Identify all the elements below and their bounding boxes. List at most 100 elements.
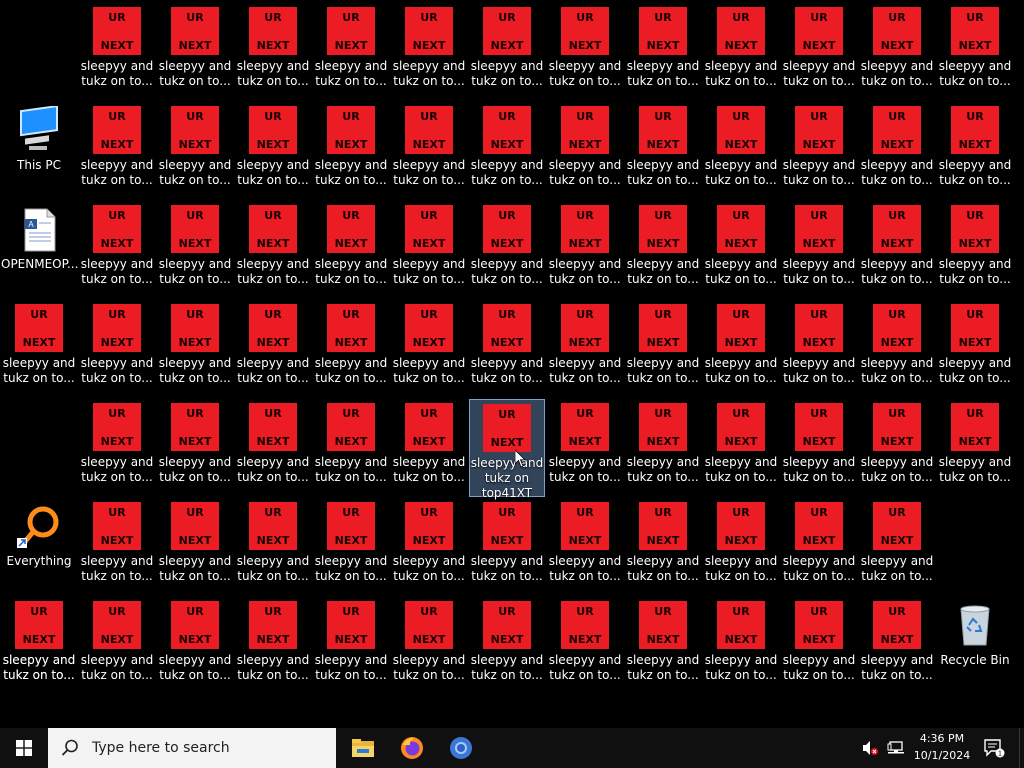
desktop-file-icon[interactable]: UR NEXT sleepyy andtukz on to... [79,201,155,293]
desktop-file-icon[interactable]: UR NEXT sleepyy andtukz on to... [391,201,467,293]
taskbar-search-box[interactable]: Type here to search [48,728,336,768]
file-explorer-button[interactable] [340,728,386,768]
desktop-file-icon[interactable]: UR NEXT sleepyy andtukz on to... [703,597,779,689]
desktop-file-icon[interactable]: UR NEXT sleepyy andtukz on to... [157,399,233,491]
desktop-file-icon[interactable]: UR NEXT sleepyy andtukz on to... [235,300,311,392]
desktop-file-icon[interactable]: UR NEXT sleepyy andtukz on to... [859,399,935,491]
desktop-file-icon[interactable]: UR NEXT sleepyy andtukz on to... [235,498,311,590]
desktop-file-icon[interactable]: UR NEXT sleepyy andtukz on to... [781,399,857,491]
desktop-file-icon[interactable]: UR NEXT sleepyy andtukz on to... [937,399,1013,491]
desktop-file-icon[interactable]: UR NEXT sleepyy andtukz on to... [235,3,311,95]
show-desktop-button[interactable] [1019,728,1024,768]
desktop-file-icon[interactable]: UR NEXT sleepyy andtukz on to... [781,102,857,194]
start-button[interactable] [0,728,48,768]
recycle-bin-shortcut[interactable]: Recycle Bin [937,597,1013,689]
desktop-file-icon[interactable]: UR NEXT sleepyy andtukz on to... [79,300,155,392]
desktop-file-icon[interactable]: UR NEXT sleepyy andtukz on to... [703,300,779,392]
desktop-file-icon[interactable]: UR NEXT sleepyy andtukz on to... [391,3,467,95]
desktop-file-icon[interactable]: UR NEXT sleepyy andtukz on to... [625,201,701,293]
desktop-file-icon[interactable]: UR NEXT sleepyy andtukz on to... [937,300,1013,392]
desktop-file-icon[interactable]: UR NEXT sleepyy andtukz on to... [469,597,545,689]
desktop-file-icon[interactable]: UR NEXT sleepyy andtukz on to... [79,498,155,590]
desktop-file-icon[interactable]: UR NEXT sleepyy andtukz on to... [469,201,545,293]
desktop-file-icon[interactable]: UR NEXT sleepyy andtukz on to... [703,498,779,590]
desktop-file-icon[interactable]: UR NEXT sleepyy andtukz on to... [313,102,389,194]
desktop-file-icon[interactable]: UR NEXT sleepyy andtukz on to... [703,399,779,491]
desktop-file-icon[interactable]: UR NEXT sleepyy andtukz on to... [469,300,545,392]
desktop-file-icon[interactable]: UR NEXT sleepyy andtukz on to... [313,399,389,491]
desktop-file-icon[interactable]: UR NEXT sleepyy andtukz on to... [547,498,623,590]
everything-shortcut[interactable]: Everything [1,498,77,590]
file-label-line: tukz on to... [159,668,231,682]
openme-shortcut[interactable]: A OPENMEOP... [1,201,78,293]
desktop-file-icon[interactable]: UR NEXT sleepyy andtukz on to... [157,201,233,293]
desktop-file-icon[interactable]: UR NEXT sleepyy andtukz on to... [79,3,155,95]
desktop-file-icon[interactable]: UR NEXT sleepyy andtukz on to... [79,102,155,194]
desktop-file-icon[interactable]: UR NEXT sleepyy andtukz on to... [157,597,233,689]
desktop-file-icon[interactable]: UR NEXT sleepyy andtukz on to... [703,102,779,194]
desktop-file-icon[interactable]: UR NEXT sleepyy andtukz on to... [781,3,857,95]
desktop-file-icon[interactable]: UR NEXT sleepyy andtukz on to... [781,201,857,293]
desktop-file-icon[interactable]: UR NEXT sleepyy andtukz on to... [235,399,311,491]
desktop-file-icon[interactable]: UR NEXT sleepyy andtukz on to... [469,3,545,95]
desktop-file-icon[interactable]: UR NEXT sleepyy andtukz on to... [781,498,857,590]
desktop-file-icon[interactable]: UR NEXT sleepyy andtukz on to... [313,597,389,689]
volume-muted-button[interactable] [858,728,882,768]
desktop-file-icon[interactable]: UR NEXT sleepyy andtukz on to... [79,399,155,491]
desktop-file-icon[interactable]: UR NEXT sleepyy andtukz on to... [859,201,935,293]
this-pc-shortcut[interactable]: This PC [1,102,77,194]
action-center-button[interactable]: 1 [978,728,1010,768]
desktop-file-icon[interactable]: UR NEXT sleepyy andtukz on to... [781,300,857,392]
desktop-file-icon[interactable]: UR NEXT sleepyy andtukz on to... [1,300,77,392]
desktop-file-icon[interactable]: UR NEXT sleepyy and tukz on top41XT [469,399,545,500]
desktop-file-icon[interactable]: UR NEXT sleepyy andtukz on to... [859,597,935,689]
desktop-file-icon[interactable]: UR NEXT sleepyy andtukz on to... [391,300,467,392]
desktop-file-icon[interactable]: UR NEXT sleepyy andtukz on to... [547,102,623,194]
desktop-file-icon[interactable]: UR NEXT sleepyy andtukz on to... [859,102,935,194]
desktop-file-icon[interactable]: UR NEXT sleepyy andtukz on to... [703,3,779,95]
desktop[interactable]: UR NEXT sleepyy and tukz on to... UR NEXT slee… [0,0,1024,728]
desktop-file-icon[interactable]: UR NEXT sleepyy andtukz on to... [79,597,155,689]
desktop-file-icon[interactable]: UR NEXT sleepyy andtukz on to... [859,498,935,590]
desktop-file-icon[interactable]: UR NEXT sleepyy andtukz on to... [469,102,545,194]
desktop-file-icon[interactable]: UR NEXT sleepyy andtukz on to... [391,597,467,689]
desktop-file-icon[interactable]: UR NEXT sleepyy andtukz on to... [235,102,311,194]
desktop-file-icon[interactable]: UR NEXT sleepyy andtukz on to... [859,300,935,392]
desktop-file-icon[interactable]: UR NEXT sleepyy andtukz on to... [313,300,389,392]
desktop-file-icon[interactable]: UR NEXT sleepyy andtukz on to... [235,597,311,689]
network-button[interactable] [884,728,908,768]
desktop-file-icon[interactable]: UR NEXT sleepyy andtukz on to... [469,498,545,590]
desktop-file-icon[interactable]: UR NEXT sleepyy andtukz on to... [937,3,1013,95]
desktop-file-icon[interactable]: UR NEXT sleepyy andtukz on to... [859,3,935,95]
desktop-file-icon[interactable]: UR NEXT sleepyy andtukz on to... [157,102,233,194]
desktop-file-icon[interactable]: UR NEXT sleepyy andtukz on to... [391,102,467,194]
clock[interactable]: 4:36 PM 10/1/2024 [912,730,972,764]
desktop-file-icon[interactable]: UR NEXT sleepyy andtukz on to... [937,201,1013,293]
desktop-file-icon[interactable]: UR NEXT sleepyy andtukz on to... [391,498,467,590]
desktop-file-icon[interactable]: UR NEXT sleepyy andtukz on to... [625,399,701,491]
desktop-file-icon[interactable]: UR NEXT sleepyy andtukz on to... [313,3,389,95]
desktop-file-icon[interactable]: UR NEXT sleepyy andtukz on to... [157,498,233,590]
desktop-file-icon[interactable]: UR NEXT sleepyy andtukz on to... [313,201,389,293]
desktop-file-icon[interactable]: UR NEXT sleepyy andtukz on to... [625,498,701,590]
desktop-file-icon[interactable]: UR NEXT sleepyy andtukz on to... [781,597,857,689]
desktop-file-icon[interactable]: UR NEXT sleepyy andtukz on to... [1,597,77,689]
desktop-file-icon[interactable]: UR NEXT sleepyy andtukz on to... [625,597,701,689]
desktop-file-icon[interactable]: UR NEXT sleepyy andtukz on to... [625,300,701,392]
desktop-file-icon[interactable]: UR NEXT sleepyy andtukz on to... [625,102,701,194]
desktop-file-icon[interactable]: UR NEXT sleepyy andtukz on to... [703,201,779,293]
desktop-file-icon[interactable]: UR NEXT sleepyy andtukz on to... [547,399,623,491]
desktop-file-icon[interactable]: UR NEXT sleepyy andtukz on to... [625,3,701,95]
desktop-file-icon[interactable]: UR NEXT sleepyy andtukz on to... [547,3,623,95]
firefox-button[interactable] [389,728,435,768]
desktop-file-icon[interactable]: UR NEXT sleepyy andtukz on to... [937,102,1013,194]
desktop-file-icon[interactable]: UR NEXT sleepyy andtukz on to... [547,201,623,293]
desktop-file-icon[interactable]: UR NEXT sleepyy andtukz on to... [547,300,623,392]
desktop-file-icon[interactable]: UR NEXT sleepyy andtukz on to... [157,3,233,95]
chrome-button[interactable] [438,728,484,768]
desktop-file-icon[interactable]: UR NEXT sleepyy andtukz on to... [313,498,389,590]
desktop-file-icon[interactable]: UR NEXT sleepyy andtukz on to... [547,597,623,689]
desktop-file-icon[interactable]: UR NEXT sleepyy andtukz on to... [391,399,467,491]
desktop-file-icon[interactable]: UR NEXT sleepyy andtukz on to... [235,201,311,293]
desktop-file-icon[interactable]: UR NEXT sleepyy andtukz on to... [157,300,233,392]
